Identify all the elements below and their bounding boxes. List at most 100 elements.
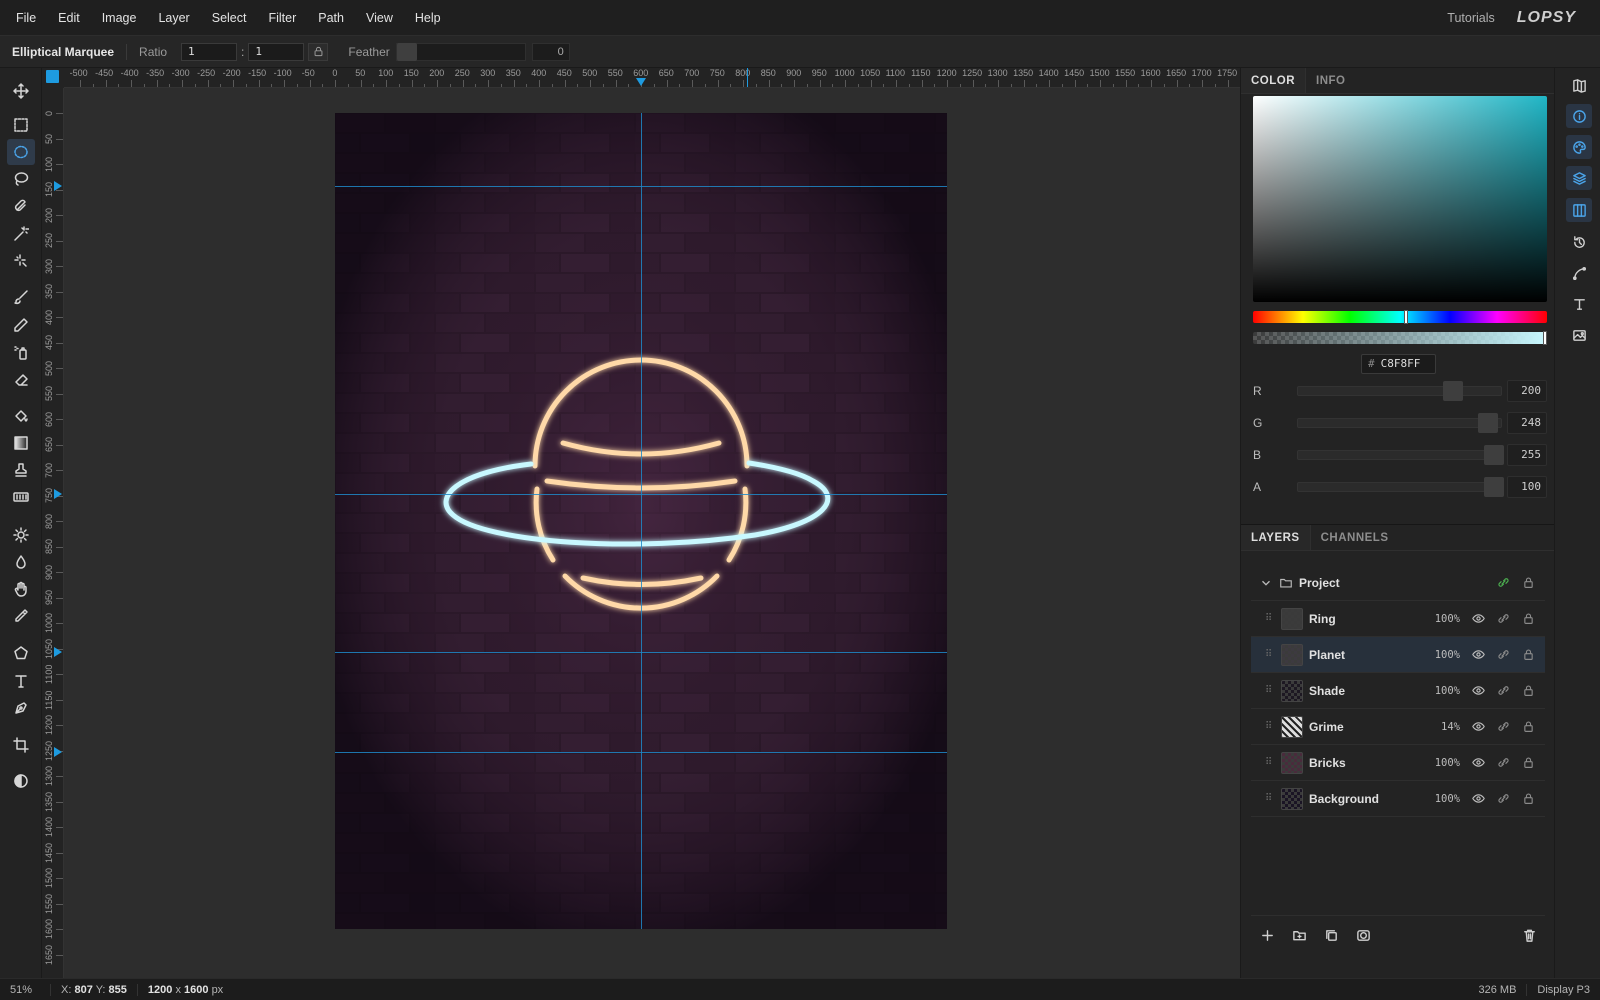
- channel-slider-knob[interactable]: [1477, 413, 1498, 433]
- pattern-tool[interactable]: [7, 484, 35, 510]
- fill-tool[interactable]: [7, 403, 35, 429]
- link-layer-button[interactable]: [1495, 611, 1511, 627]
- tutorials-link[interactable]: Tutorials: [1447, 11, 1494, 25]
- layer-name[interactable]: Bricks: [1309, 756, 1422, 770]
- visibility-toggle[interactable]: [1470, 791, 1486, 807]
- color-panel-button[interactable]: [1566, 135, 1592, 159]
- layer-name[interactable]: Ring: [1309, 612, 1422, 626]
- layer-row[interactable]: ⠿ Ring 100%: [1251, 601, 1545, 637]
- layer-name[interactable]: Background: [1309, 792, 1422, 806]
- layer-row[interactable]: ⠿ Grime 14%: [1251, 709, 1545, 745]
- spray-tool[interactable]: [7, 339, 35, 365]
- menu-file[interactable]: File: [0, 0, 47, 36]
- history-panel-button[interactable]: [1566, 230, 1592, 254]
- pencil-tool[interactable]: [7, 312, 35, 338]
- guide-marker[interactable]: [54, 181, 62, 191]
- channel-slider[interactable]: [1296, 445, 1504, 465]
- drag-handle-icon[interactable]: ⠿: [1265, 757, 1277, 768]
- character-panel-button[interactable]: [1566, 292, 1592, 316]
- eyedropper-tool[interactable]: [7, 603, 35, 629]
- guide-marker[interactable]: [54, 489, 62, 499]
- tab-color[interactable]: COLOR: [1241, 68, 1307, 93]
- channel-value[interactable]: 255: [1507, 444, 1547, 466]
- lock-layer-button[interactable]: [1520, 647, 1536, 663]
- info-panel-button[interactable]: [1566, 104, 1592, 128]
- layer-opacity[interactable]: 100%: [1422, 793, 1460, 805]
- alpha-slider-knob[interactable]: [1543, 331, 1547, 345]
- tab-info[interactable]: INFO: [1306, 68, 1355, 93]
- document-canvas[interactable]: [335, 113, 947, 929]
- move-tool[interactable]: [7, 78, 35, 104]
- channel-value[interactable]: 100: [1507, 476, 1547, 498]
- layer-row[interactable]: ⠿ Bricks 100%: [1251, 745, 1545, 781]
- shape-tool[interactable]: [7, 640, 35, 666]
- channel-slider[interactable]: [1296, 381, 1503, 401]
- channel-slider-knob[interactable]: [1483, 477, 1504, 497]
- ratio-lock-button[interactable]: [308, 42, 329, 61]
- layer-row[interactable]: ⠿ Background 100%: [1251, 781, 1545, 817]
- drag-handle-icon[interactable]: ⠿: [1265, 721, 1277, 732]
- dodge-tool[interactable]: [7, 522, 35, 548]
- visibility-toggle[interactable]: [1470, 611, 1486, 627]
- menu-filter[interactable]: Filter: [257, 0, 307, 36]
- layer-name[interactable]: Grime: [1309, 720, 1422, 734]
- visibility-toggle[interactable]: [1470, 647, 1486, 663]
- eraser-tool[interactable]: [7, 366, 35, 392]
- chevron-down-icon[interactable]: [1259, 576, 1273, 590]
- link-layer-button[interactable]: [1495, 683, 1511, 699]
- channel-value[interactable]: 248: [1507, 412, 1547, 434]
- layer-row[interactable]: ⠿ Shade 100%: [1251, 673, 1545, 709]
- guide-marker[interactable]: [54, 747, 62, 757]
- magnetic-lasso-tool[interactable]: [7, 193, 35, 219]
- guide-marker[interactable]: [54, 647, 62, 657]
- visibility-toggle[interactable]: [1470, 755, 1486, 771]
- layer-row[interactable]: ⠿ Planet 100%: [1251, 637, 1545, 673]
- tab-channels[interactable]: CHANNELS: [1311, 525, 1399, 550]
- hue-slider-knob[interactable]: [1404, 310, 1408, 324]
- pen-tool[interactable]: [7, 695, 35, 721]
- channels-panel-button[interactable]: [1566, 198, 1592, 222]
- layer-opacity[interactable]: 100%: [1422, 685, 1460, 697]
- alpha-slider[interactable]: [1253, 331, 1547, 345]
- clone-stamp-tool[interactable]: [7, 457, 35, 483]
- layer-opacity[interactable]: 100%: [1422, 757, 1460, 769]
- ellipse-marquee-tool[interactable]: [7, 139, 35, 165]
- tab-layers[interactable]: LAYERS: [1241, 525, 1311, 550]
- duplicate-layer-button[interactable]: [1315, 924, 1347, 948]
- link-layer-button[interactable]: [1495, 755, 1511, 771]
- lasso-tool[interactable]: [7, 166, 35, 192]
- feather-slider-knob[interactable]: [396, 42, 417, 61]
- layer-opacity[interactable]: 100%: [1422, 649, 1460, 661]
- add-mask-button[interactable]: [1347, 924, 1379, 948]
- layers-panel-button[interactable]: [1566, 166, 1592, 190]
- link-layer-button[interactable]: [1495, 791, 1511, 807]
- channel-slider[interactable]: [1296, 413, 1503, 433]
- drag-handle-icon[interactable]: ⠿: [1265, 649, 1277, 660]
- hand-tool[interactable]: [7, 576, 35, 602]
- menu-edit[interactable]: Edit: [47, 0, 91, 36]
- saturation-value-picker[interactable]: [1253, 96, 1547, 302]
- add-layer-button[interactable]: [1251, 924, 1283, 948]
- brush-tool[interactable]: [7, 284, 35, 310]
- layer-name[interactable]: Planet: [1309, 648, 1422, 662]
- ratio-width-input[interactable]: [181, 42, 238, 61]
- canvas-area[interactable]: [64, 88, 1240, 978]
- lock-layer-button[interactable]: [1520, 611, 1536, 627]
- feather-value[interactable]: 0: [531, 42, 570, 61]
- menu-layer[interactable]: Layer: [147, 0, 200, 36]
- ratio-height-input[interactable]: [248, 42, 305, 61]
- channel-slider-knob[interactable]: [1442, 381, 1463, 401]
- blur-tool[interactable]: [7, 549, 35, 575]
- lock-layer-button[interactable]: [1520, 755, 1536, 771]
- guide-marker[interactable]: [636, 78, 646, 86]
- magic-wand-tool[interactable]: [7, 221, 35, 247]
- zoom-level[interactable]: 51%: [0, 984, 42, 996]
- menu-select[interactable]: Select: [201, 0, 258, 36]
- hex-input[interactable]: # C8F8FF: [1361, 354, 1436, 374]
- link-layer-button[interactable]: [1495, 647, 1511, 663]
- channel-slider-knob[interactable]: [1483, 445, 1504, 465]
- mask-mode-tool[interactable]: [7, 768, 35, 794]
- lock-layer-button[interactable]: [1520, 719, 1536, 735]
- foreground-swatch[interactable]: [46, 70, 59, 83]
- layer-opacity[interactable]: 100%: [1422, 613, 1460, 625]
